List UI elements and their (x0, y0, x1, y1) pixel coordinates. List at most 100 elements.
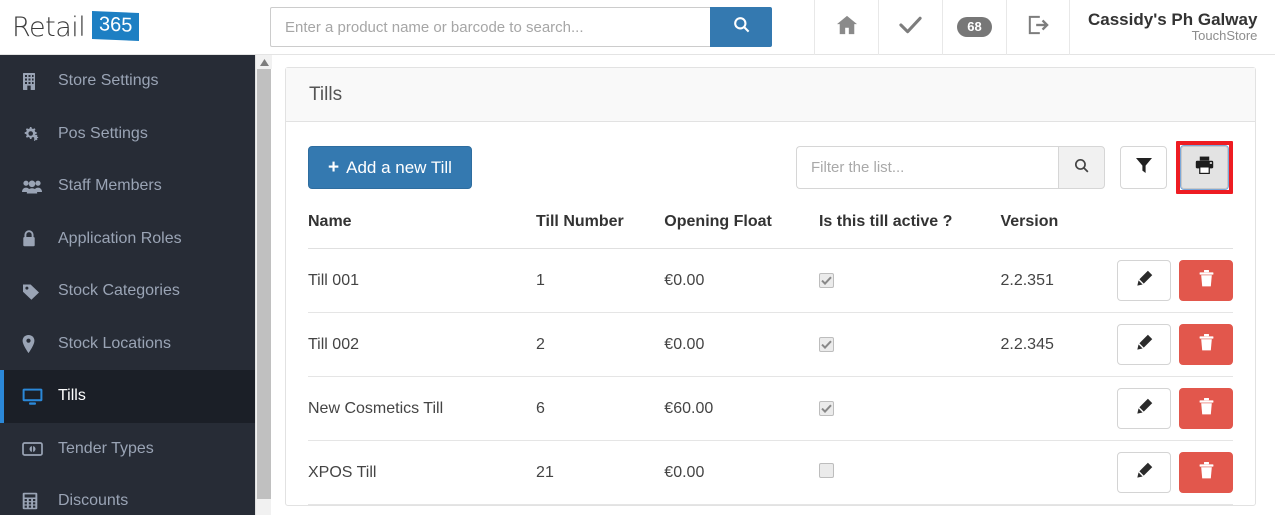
filter-options-button[interactable] (1120, 146, 1167, 189)
edit-button[interactable] (1117, 260, 1171, 301)
cell-actions (1116, 312, 1233, 377)
sidebar-item-stock-locations[interactable]: Stock Locations (0, 318, 255, 371)
edit-button[interactable] (1117, 324, 1171, 365)
column-header-actions (1116, 213, 1233, 249)
cell-number: 2 (536, 312, 665, 377)
table-row: Till 001 1 €0.00 2.2.351 (308, 248, 1233, 313)
sidebar-scrollbar[interactable] (255, 55, 272, 515)
cell-name: New Cosmetics Till (308, 376, 537, 441)
cell-active (818, 248, 1001, 313)
sidebar-item-tills[interactable]: Tills (0, 370, 255, 423)
lock-icon (22, 230, 52, 247)
active-checkbox[interactable] (818, 272, 834, 288)
toolbar-right-group (796, 141, 1233, 194)
search-input[interactable] (270, 7, 710, 47)
cell-version (1000, 440, 1117, 505)
sidebar-item-label: Application Roles (58, 229, 182, 247)
delete-button[interactable] (1179, 452, 1233, 493)
search-icon (1073, 157, 1090, 179)
active-checkbox[interactable] (818, 336, 834, 352)
pencil-icon (1136, 398, 1153, 420)
sidebar-item-label: Store Settings (58, 72, 159, 90)
delete-button[interactable] (1179, 260, 1233, 301)
notification-count-button[interactable]: 68 (942, 0, 1006, 55)
cell-actions (1116, 376, 1233, 441)
main-content: Tills + Add a new Till Filter the list..… (272, 55, 1275, 515)
column-header-float: Opening Float (664, 213, 819, 249)
add-new-till-button[interactable]: + Add a new Till (308, 146, 472, 189)
print-button-highlight (1176, 141, 1233, 194)
gears-icon (22, 125, 52, 142)
logout-button[interactable] (1006, 0, 1070, 55)
scrollbar-thumb[interactable] (257, 69, 271, 499)
page-title: Tills (309, 83, 343, 105)
desktop-icon (22, 388, 52, 405)
brand-logo[interactable]: Retail 365 (0, 0, 265, 55)
money-icon (22, 441, 52, 456)
sidebar-item-application-roles[interactable]: Application Roles (0, 213, 255, 266)
sidebar-item-tender-types[interactable]: Tender Types (0, 423, 255, 476)
active-checkbox[interactable] (818, 462, 834, 478)
cell-number: 1 (536, 248, 665, 313)
search-submit-button[interactable] (710, 7, 772, 47)
filter-search-button[interactable] (1058, 146, 1105, 189)
sidebar-item-store-settings[interactable]: Store Settings (0, 55, 255, 108)
edit-button[interactable] (1117, 388, 1171, 429)
trash-icon (1199, 461, 1214, 484)
check-button[interactable] (878, 0, 942, 55)
brand-badge: 365 (92, 10, 140, 42)
users-icon (22, 179, 52, 194)
sidebar-item-staff-members[interactable]: Staff Members (0, 160, 255, 213)
sidebar-item-label: Tender Types (58, 439, 154, 457)
cell-float: €0.00 (664, 440, 819, 505)
brand-name: Retail (12, 11, 86, 43)
column-header-number: Till Number (536, 213, 665, 249)
filter-input[interactable] (796, 146, 1058, 189)
panel-body: + Add a new Till Filter the list... Name… (286, 122, 1255, 505)
print-button[interactable] (1180, 145, 1229, 190)
cell-active (818, 312, 1001, 377)
caret-up-icon[interactable] (256, 55, 272, 69)
column-header-active: Is this till active ? (818, 213, 1001, 249)
tills-panel: Tills + Add a new Till Filter the list..… (285, 67, 1256, 506)
tills-table: Name Till Number Opening Float Is this t… (308, 213, 1233, 505)
cell-active (818, 440, 1001, 505)
sidebar-item-label: Pos Settings (58, 124, 148, 142)
user-info[interactable]: Cassidy's Ph Galway TouchStore (1088, 10, 1263, 44)
sidebar-nav: Store Settings Pos Settings Staff Member… (0, 55, 255, 515)
row-actions (1117, 260, 1233, 301)
column-header-name: Name (308, 213, 537, 249)
sidebar-item-pos-settings[interactable]: Pos Settings (0, 108, 255, 161)
logout-icon (1027, 15, 1049, 40)
table-row: XPOS Till 21 €0.00 (308, 440, 1233, 505)
row-actions (1117, 388, 1233, 429)
plus-icon: + (328, 156, 340, 178)
cell-float: €0.00 (664, 312, 819, 377)
cell-number: 6 (536, 376, 665, 441)
trash-icon (1199, 269, 1214, 292)
map-marker-icon (22, 334, 52, 353)
user-name: Cassidy's Ph Galway (1088, 9, 1258, 29)
calculator-icon (22, 492, 52, 510)
sidebar-item-stock-categories[interactable]: Stock Categories (0, 265, 255, 318)
search-icon (732, 15, 751, 39)
printer-icon (1195, 156, 1214, 179)
cell-name: Till 001 (308, 248, 537, 313)
delete-button[interactable] (1179, 324, 1233, 365)
active-checkbox[interactable] (818, 400, 834, 416)
cell-actions (1116, 248, 1233, 313)
cell-actions (1116, 440, 1233, 505)
sidebar-item-discounts[interactable]: Discounts (0, 475, 255, 515)
column-header-version: Version (1000, 213, 1117, 249)
cell-float: €0.00 (664, 248, 819, 313)
sidebar-item-label: Staff Members (58, 177, 162, 195)
delete-button[interactable] (1179, 388, 1233, 429)
sidebar-item-label: Stock Locations (58, 334, 171, 352)
row-actions (1117, 452, 1233, 493)
check-icon (899, 15, 922, 40)
edit-button[interactable] (1117, 452, 1171, 493)
panel-header: Tills (286, 68, 1255, 122)
app-root: Retail 365 Enter a product name or barco… (0, 0, 1275, 515)
table-body: Till 001 1 €0.00 2.2.351 Till 002 2 €0.0… (308, 248, 1233, 505)
home-button[interactable] (814, 0, 878, 55)
